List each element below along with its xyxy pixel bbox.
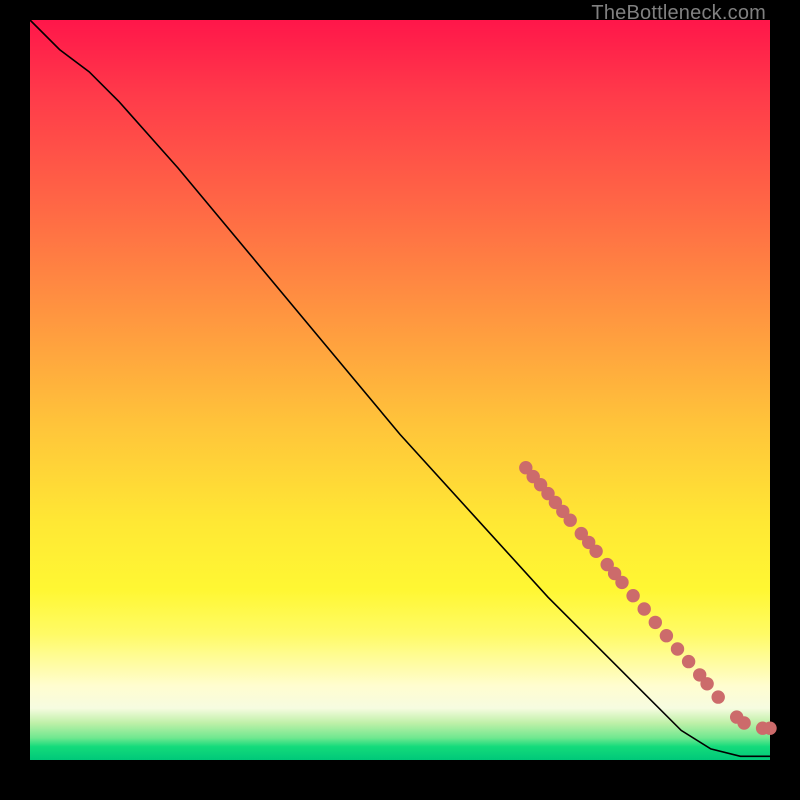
data-point — [649, 616, 662, 629]
data-point — [589, 545, 602, 558]
data-points-group — [519, 461, 777, 735]
plot-area — [30, 20, 770, 760]
data-point — [638, 602, 651, 615]
data-point — [660, 629, 673, 642]
data-point — [682, 655, 695, 668]
data-point — [737, 716, 750, 729]
bottleneck-curve — [30, 20, 770, 756]
data-point — [671, 642, 684, 655]
data-point — [712, 690, 725, 703]
data-point — [763, 722, 776, 735]
data-point — [626, 589, 639, 602]
chart-svg — [30, 20, 770, 760]
data-point — [615, 576, 628, 589]
chart-frame: TheBottleneck.com — [0, 0, 800, 800]
data-point — [564, 514, 577, 527]
data-point — [700, 677, 713, 690]
